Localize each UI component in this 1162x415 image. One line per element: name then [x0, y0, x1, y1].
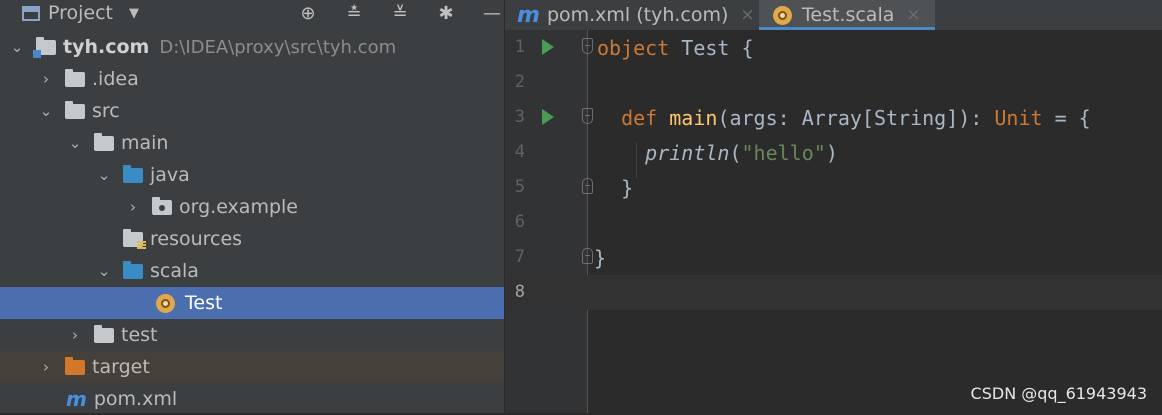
chevron-right-icon[interactable]: ›: [39, 70, 53, 88]
tab-label: Test.scala: [802, 4, 895, 26]
project-panel: Project ▼ ⊕ ≛ ≚ ✱ — ⌄ tyh.com D:\IDEA\pr…: [0, 0, 504, 413]
chevron-down-icon: ▼: [129, 5, 140, 21]
maven-icon: m: [517, 2, 540, 28]
tab-test-scala[interactable]: Test.scala ×: [759, 0, 935, 30]
chevron-down-icon[interactable]: ⌄: [97, 262, 111, 280]
close-icon[interactable]: ×: [740, 5, 754, 25]
line-number: 2: [514, 72, 525, 92]
code-line-7[interactable]: 7 }: [505, 240, 1162, 275]
code-line-1[interactable]: 1 object Test {: [505, 30, 1162, 65]
editor-tab-bar: m pom.xml (tyh.com) × Test.scala ×: [505, 0, 1162, 30]
tree-item-label: Test: [185, 292, 223, 314]
folder-icon: [94, 324, 114, 343]
code-editor[interactable]: 1 object Test { 2 3 def main(args: Array…: [505, 30, 1162, 413]
tree-item-label: src: [92, 100, 120, 122]
tree-item-src[interactable]: ⌄ src: [0, 95, 504, 127]
line-number: 7: [514, 247, 525, 267]
tree-item-test-object[interactable]: › Test: [0, 287, 504, 319]
tree-item-label: scala: [150, 260, 199, 282]
run-icon[interactable]: [542, 39, 554, 55]
code-text: object Test {: [597, 36, 754, 60]
collapse-all-icon[interactable]: ≚: [388, 1, 412, 25]
gear-icon[interactable]: ✱: [434, 1, 458, 25]
expand-all-icon[interactable]: ≛: [342, 1, 366, 25]
tree-item-resources[interactable]: › resources: [0, 223, 504, 255]
project-folder-icon: [33, 36, 56, 58]
chevron-right-icon[interactable]: ›: [126, 198, 140, 216]
code-line-8[interactable]: 8: [505, 275, 1162, 310]
tree-item-org-example[interactable]: › org.example: [0, 191, 504, 223]
tree-item-project-root[interactable]: ⌄ tyh.com D:\IDEA\proxy\src\tyh.com: [0, 31, 504, 63]
line-number: 1: [514, 37, 525, 57]
tree-item-pom[interactable]: m pom.xml: [0, 383, 504, 415]
code-line-3[interactable]: 3 def main(args: Array[String]): Unit = …: [505, 100, 1162, 135]
project-window-icon: [22, 5, 40, 21]
watermark: CSDN @qq_61943943: [970, 384, 1147, 403]
fold-end-icon[interactable]: [582, 248, 593, 264]
code-line-2[interactable]: 2: [505, 65, 1162, 100]
run-icon[interactable]: [542, 109, 554, 125]
tree-item-main[interactable]: ⌄ main: [0, 127, 504, 159]
indent-guide: [636, 143, 637, 178]
code-text: println("hello"): [645, 141, 838, 165]
excluded-folder-icon: [65, 356, 85, 375]
chevron-down-icon[interactable]: ⌄: [97, 166, 111, 184]
tree-item-java[interactable]: ⌄ java: [0, 159, 504, 191]
scala-object-icon: [156, 293, 175, 313]
chevron-down-icon[interactable]: ⌄: [68, 134, 82, 152]
locate-icon[interactable]: ⊕: [296, 1, 320, 25]
tree-item-label: java: [150, 164, 190, 186]
hide-icon[interactable]: —: [480, 1, 504, 25]
tree-item-label: .idea: [92, 68, 139, 90]
chevron-down-icon[interactable]: ⌄: [10, 38, 24, 56]
line-number: 3: [514, 107, 525, 127]
line-number: 8: [514, 282, 525, 302]
source-folder-icon: [123, 164, 143, 183]
folder-icon: [65, 68, 85, 87]
tab-pom-xml[interactable]: m pom.xml (tyh.com) ×: [517, 0, 755, 30]
project-panel-title: Project: [48, 2, 114, 24]
tree-item-label: target: [92, 356, 150, 378]
tree-item-label: main: [121, 132, 169, 154]
chevron-down-icon[interactable]: ⌄: [39, 102, 53, 120]
code-text: }: [594, 246, 607, 270]
line-number: 6: [514, 212, 525, 232]
tree-item-label: org.example: [179, 196, 298, 218]
source-folder-icon: [123, 260, 143, 279]
code-text: def main(args: Array[String]): Unit = {: [621, 106, 1091, 130]
folder-icon: [65, 100, 85, 119]
tree-item-test[interactable]: › test: [0, 319, 504, 351]
code-line-6[interactable]: 6: [505, 205, 1162, 240]
tree-item-target[interactable]: › target: [0, 351, 504, 383]
resources-folder-icon: [123, 228, 146, 250]
code-line-5[interactable]: 5 }: [505, 170, 1162, 205]
code-text: }: [621, 176, 634, 200]
tree-item-label: pom.xml: [93, 388, 178, 410]
line-number: 4: [514, 142, 525, 162]
scala-object-icon: [773, 5, 792, 25]
tree-item-scala[interactable]: ⌄ scala: [0, 255, 504, 287]
package-icon: [152, 196, 172, 215]
project-toolbar: ⊕ ≛ ≚ ✱ —: [296, 0, 504, 26]
project-view-selector[interactable]: Project ▼: [22, 2, 139, 24]
fold-icon[interactable]: [582, 108, 593, 124]
fold-icon[interactable]: [582, 38, 593, 54]
close-icon[interactable]: ×: [906, 5, 920, 25]
tree-item-idea[interactable]: › .idea: [0, 63, 504, 95]
chevron-right-icon[interactable]: ›: [68, 326, 82, 344]
project-panel-header: Project ▼ ⊕ ≛ ≚ ✱ —: [0, 0, 504, 26]
chevron-right-icon[interactable]: ›: [39, 358, 53, 376]
tree-item-label: tyh.com: [63, 36, 150, 58]
tab-label: pom.xml (tyh.com): [546, 4, 729, 26]
maven-icon: m: [66, 387, 87, 411]
line-number: 5: [514, 177, 525, 197]
folder-icon: [94, 132, 114, 151]
fold-end-icon[interactable]: [582, 178, 593, 194]
code-line-4[interactable]: 4 println("hello"): [505, 135, 1162, 170]
tree-item-label: test: [121, 324, 158, 346]
tree-item-label: resources: [150, 228, 243, 250]
project-path: D:\IDEA\proxy\src\tyh.com: [159, 36, 397, 58]
